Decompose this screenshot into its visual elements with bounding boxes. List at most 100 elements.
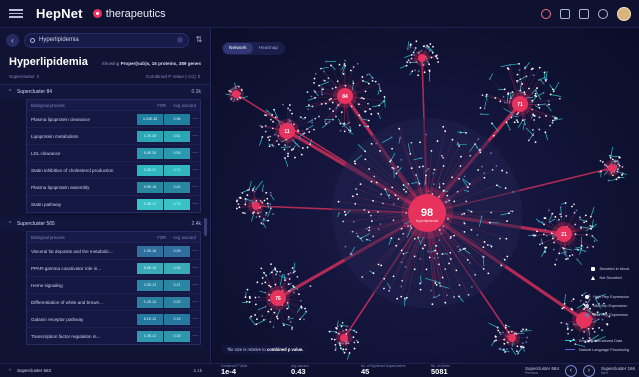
cluster-node[interactable] [508,334,516,342]
more-options-icon[interactable]: ··· [190,150,200,156]
panel-resize-handle[interactable] [204,218,207,236]
empirical-edge [299,310,308,320]
gene-node [444,130,447,133]
jaccard-cell: 0.21 [164,279,190,291]
gene-node [370,113,373,115]
gene-node [545,234,548,237]
gene-node [284,279,286,282]
gene-node [299,116,302,119]
tab-network[interactable]: Network [223,43,253,54]
table-row[interactable]: LDL clearance 5.0E-30 0.55 ··· [27,144,200,161]
table-row[interactable]: Transcription factor regulation in... 1.0… [27,327,200,344]
gene-node [355,331,358,334]
cluster-node[interactable] [418,54,426,62]
gene-node [293,291,295,294]
gene-node [274,283,277,286]
process-name: Lipoprotein metabolism [31,133,79,139]
cluster-node[interactable] [252,202,260,210]
gene-node [534,141,537,144]
gene-node [528,87,530,90]
more-options-icon[interactable]: ··· [190,265,200,271]
cluster-header[interactable]: ^ Supercluster 563 2.1k [0,368,211,373]
gene-node [268,145,271,148]
cluster-node[interactable] [608,164,616,172]
gene-node [511,91,514,94]
hamburger-menu-icon[interactable] [9,9,23,18]
back-button[interactable]: ‹ [6,33,19,47]
more-options-icon[interactable]: ··· [190,116,200,122]
jaccard-cell: 0.55 [164,147,190,159]
table-row[interactable]: Visceral fat deposits and the metabolic.… [27,242,200,259]
app-logo[interactable]: HepNet [36,6,83,21]
chat-icon[interactable] [560,9,570,19]
bookmark-icon[interactable] [579,9,589,19]
gene-node [367,211,370,214]
more-options-icon[interactable]: ··· [190,299,200,305]
gene-node [372,272,375,275]
gene-node [339,129,342,132]
table-row[interactable]: Statin pathway 3.3E-17 0.73 ··· [27,195,200,212]
gene-node [242,211,244,214]
table-row[interactable]: Statin inhibition of cholesterol product… [27,161,200,178]
gene-node [289,109,292,112]
product-switcher[interactable]: therapeutics [92,8,166,20]
avatar[interactable] [617,7,631,21]
gene-node [368,226,371,229]
cluster-node[interactable] [340,334,348,342]
cluster-header[interactable]: ^ Supercluster 565 2.4k [0,217,210,231]
sort-supercluster[interactable]: Supercluster ⇕ [9,74,40,80]
gene-node [410,53,413,56]
gene-node [407,59,410,62]
gene-node [479,151,482,154]
gene-node [504,187,507,190]
bell-icon[interactable] [541,9,551,19]
next-button[interactable]: › [582,364,595,377]
empirical-edge [262,184,264,191]
table-row[interactable]: Differentiation of white and brown... 1.2… [27,293,200,310]
gene-node [377,228,380,231]
table-row[interactable]: PPAR-gamma coactivator role in... 6.6E-15… [27,259,200,276]
more-options-icon[interactable]: ··· [190,167,200,173]
gene-node [275,315,278,318]
empirical-edge [511,115,519,118]
gene-node [436,140,439,142]
more-options-icon[interactable]: ··· [190,282,200,288]
gene-node [476,234,479,236]
gene-node [354,162,357,165]
gene-node [287,155,289,158]
more-options-icon[interactable]: ··· [190,201,200,207]
more-options-icon[interactable]: ··· [190,316,200,322]
gene-node [453,234,455,237]
share-icon[interactable] [598,9,608,19]
empirical-edge [564,294,566,304]
table-row[interactable]: Heme signaling 3.0E-13 0.21 ··· [27,276,200,293]
more-options-icon[interactable]: ··· [190,248,200,254]
table-row[interactable]: Plasma lipoprotein clearance 4.34E-38 0.96… [27,110,200,127]
gene-node [291,326,294,329]
table-row[interactable]: Lipoprotein metabolism 1.2E-35 0.61 ··· [27,127,200,144]
process-name: Heme signaling [31,282,63,288]
more-options-icon[interactable]: ··· [190,184,200,190]
gene-node [288,290,291,292]
gene-node [281,274,284,276]
network-graph[interactable]: 84 71 11 21 76 98Hyperlipidemia [212,28,639,363]
filter-icon[interactable]: ⇅ [194,35,204,45]
more-options-icon[interactable]: ··· [190,333,200,339]
gene-node [362,97,365,100]
table-row[interactable]: Galanin receptor pathway 8.1E-12 0.19 ··· [27,310,200,327]
gene-node [383,96,386,98]
cluster-header[interactable]: ^ Supercluster 84 0.3k [0,85,210,99]
previous-button[interactable]: ‹ [564,364,577,377]
chevron-up-icon: ^ [9,221,12,227]
gene-node [584,214,587,217]
more-options-icon[interactable]: ··· [190,133,200,139]
search-input[interactable]: Hyperlipidemia [24,32,189,48]
sort-p-value[interactable]: Combined P Value (-G1) ⇕ [146,74,201,80]
cluster-node[interactable] [232,90,240,98]
tab-heatmap[interactable]: Heatmap [253,43,284,54]
gene-node [370,220,373,222]
clear-search-button[interactable] [177,37,183,43]
gene-node [313,81,315,84]
table-row[interactable]: Plasma lipoprotein assembly 9.9E-18 0.40 ··… [27,178,200,195]
empirical-edge [318,81,330,86]
